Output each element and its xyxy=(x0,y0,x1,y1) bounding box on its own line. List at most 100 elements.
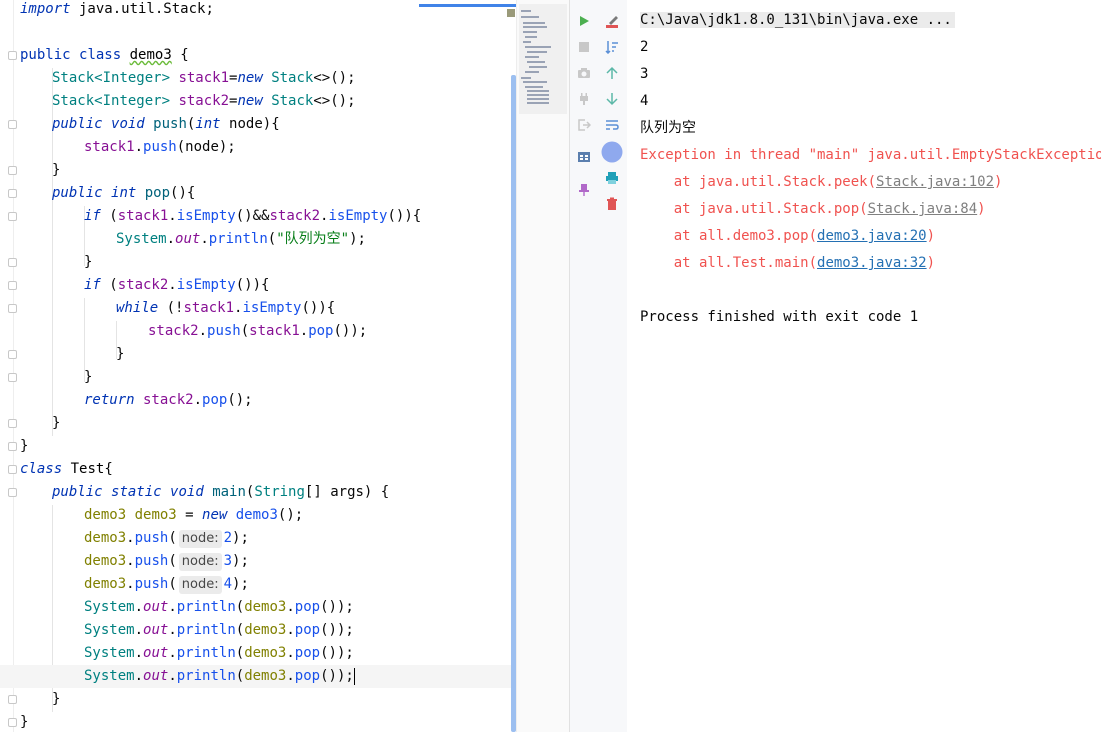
fold-marker[interactable] xyxy=(8,120,17,129)
fold-marker[interactable] xyxy=(8,442,17,451)
code-token: push xyxy=(134,530,169,546)
rerun-icon[interactable] xyxy=(602,11,622,31)
code-token: ()); xyxy=(320,599,354,615)
code-token: (); xyxy=(277,507,304,523)
code-token: Stack xyxy=(52,93,95,109)
layout-icon[interactable] xyxy=(574,147,594,167)
fold-marker[interactable] xyxy=(8,350,17,359)
code-token: stack1 xyxy=(183,300,235,316)
pin-icon[interactable] xyxy=(574,180,594,200)
print-icon[interactable] xyxy=(602,168,622,188)
code-token: . xyxy=(168,208,177,224)
source-link[interactable]: demo3.java:32 xyxy=(817,255,927,271)
minimap[interactable] xyxy=(507,0,569,732)
code-token: ( xyxy=(235,645,245,661)
code-token: stack2 xyxy=(117,277,169,293)
code-token: "队列为空" xyxy=(276,231,350,247)
code-token: [] args) { xyxy=(304,484,390,500)
code-token: 4 xyxy=(223,576,233,592)
fold-marker[interactable] xyxy=(8,488,17,497)
console-line: 队列为空 xyxy=(640,120,696,136)
code-line: demo3.push(node: 3); xyxy=(84,550,516,573)
fold-marker[interactable] xyxy=(8,281,17,290)
plug-icon[interactable] xyxy=(574,89,594,109)
code-token: (node); xyxy=(176,139,236,155)
code-token: } xyxy=(84,369,93,385)
source-link[interactable]: Stack.java:102 xyxy=(876,174,994,190)
parameter-hint: node: xyxy=(178,576,222,594)
command-line[interactable]: C:\Java\jdk1.8.0_131\bin\java.exe ... xyxy=(640,12,955,28)
trace-text: ) xyxy=(977,201,986,217)
fold-marker[interactable] xyxy=(8,51,17,60)
code-token: stack2 xyxy=(269,208,321,224)
code-token: ( xyxy=(235,622,245,638)
trash-icon[interactable] xyxy=(602,194,622,214)
code-token: public xyxy=(52,484,103,500)
code-editor[interactable]: import java.util.Stack; public class dem… xyxy=(0,0,516,732)
code-token: println xyxy=(176,599,236,615)
process-finished-line: Process finished with exit code 1 xyxy=(640,309,919,325)
source-link[interactable]: Stack.java:84 xyxy=(868,201,978,217)
fold-marker[interactable] xyxy=(8,695,17,704)
code-token: System xyxy=(84,668,135,684)
down-arrow-icon[interactable] xyxy=(602,89,622,109)
code-token: . xyxy=(193,392,203,408)
warning-marker[interactable] xyxy=(507,9,515,17)
stop-icon[interactable] xyxy=(574,37,594,57)
circle-icon[interactable] xyxy=(600,140,624,164)
code-token: out xyxy=(143,599,169,615)
code-token: pop xyxy=(294,645,321,661)
minimap-line xyxy=(521,77,531,79)
code-token: ()); xyxy=(320,668,354,684)
code-token: { xyxy=(104,461,113,477)
code-token: push xyxy=(207,323,241,339)
code-token: stack2 xyxy=(134,392,194,408)
code-token: stack2 xyxy=(148,323,199,339)
code-token: main xyxy=(212,484,246,500)
code-token: new xyxy=(237,93,263,109)
source-link[interactable]: demo3.java:20 xyxy=(817,228,927,244)
run-icon[interactable] xyxy=(574,11,594,31)
minimap-line xyxy=(521,10,531,12)
fold-marker[interactable] xyxy=(8,189,17,198)
fold-marker[interactable] xyxy=(8,258,17,267)
code-token: ()); xyxy=(320,645,354,661)
soft-wrap-icon[interactable] xyxy=(602,115,622,135)
fold-marker[interactable] xyxy=(8,419,17,428)
code-token: demo3 xyxy=(244,622,287,638)
fold-marker[interactable] xyxy=(8,212,17,221)
code-token: 3 xyxy=(223,553,233,569)
code-token: stack1 xyxy=(249,323,300,339)
code-token: = xyxy=(176,507,203,523)
class-name: demo3 xyxy=(129,47,172,63)
run-toolbar xyxy=(569,0,628,732)
fold-marker[interactable] xyxy=(8,465,17,474)
exit-icon[interactable] xyxy=(574,115,594,135)
code-token: demo3 xyxy=(244,599,287,615)
code-line: } xyxy=(52,159,516,182)
up-arrow-icon[interactable] xyxy=(602,63,622,83)
fold-marker[interactable] xyxy=(8,718,17,727)
camera-icon[interactable] xyxy=(574,63,594,83)
code-token: println xyxy=(208,231,268,247)
fold-marker[interactable] xyxy=(8,373,17,382)
code-line: Stack<Integer> stack1=new Stack<>(); xyxy=(52,67,516,90)
code-token: demo3 xyxy=(84,507,127,523)
code-token: out xyxy=(143,622,169,638)
trace-text: at java.util.Stack.peek( xyxy=(640,174,877,190)
code-token: out xyxy=(143,645,169,661)
code-line: while (!stack1.isEmpty()){ xyxy=(116,297,516,320)
code-token: new xyxy=(202,507,228,523)
stack-trace-line: at java.util.Stack.peek(Stack.java:102) xyxy=(640,169,1003,196)
code-token: . xyxy=(126,576,135,592)
fold-marker[interactable] xyxy=(8,304,17,313)
code-line: class Test{ xyxy=(20,458,516,481)
fold-marker[interactable] xyxy=(8,166,17,175)
code-line: System.out.println(demo3.pop()); xyxy=(84,596,516,619)
console-output[interactable]: C:\Java\jdk1.8.0_131\bin\java.exe ... 2 … xyxy=(627,0,1101,732)
console-line: C:\Java\jdk1.8.0_131\bin\java.exe ... xyxy=(640,7,955,34)
sort-icon[interactable] xyxy=(602,37,622,57)
code-token: pop xyxy=(308,323,334,339)
code-token: System xyxy=(84,599,135,615)
code-line: public class demo3 { xyxy=(20,44,516,67)
